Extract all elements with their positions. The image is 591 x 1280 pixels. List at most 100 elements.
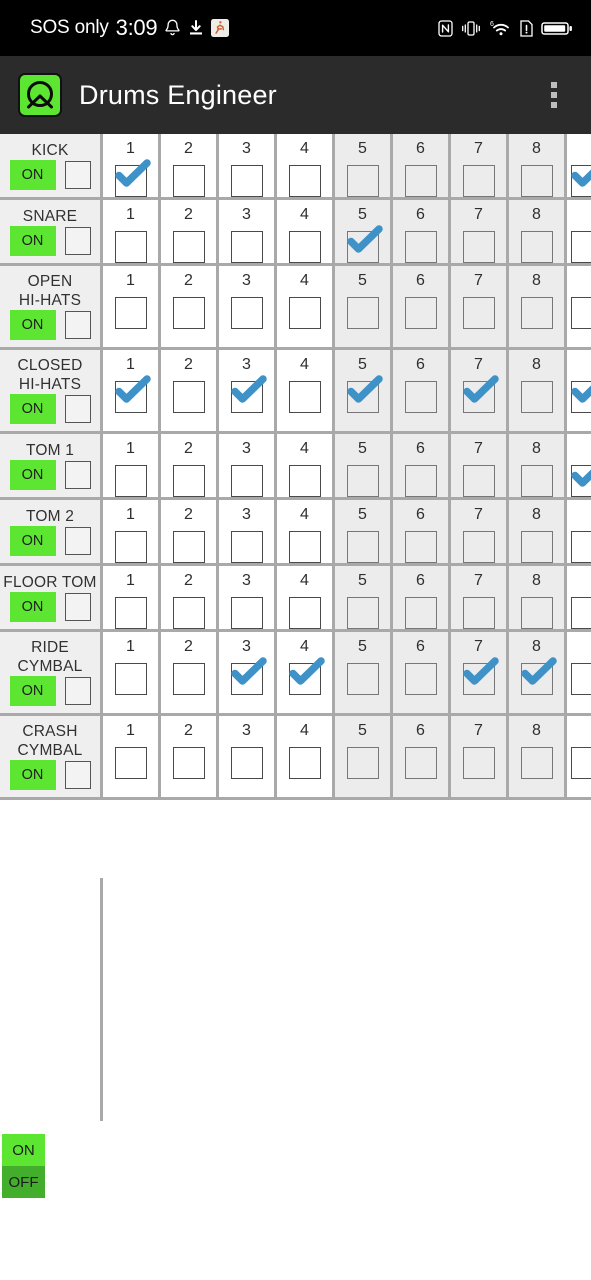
step-checkbox[interactable] xyxy=(288,465,321,497)
step-checkbox[interactable] xyxy=(462,531,495,563)
step-cell[interactable]: 2 xyxy=(161,500,219,563)
step-cell[interactable]: 6 xyxy=(393,266,451,347)
step-checkbox[interactable] xyxy=(114,531,147,563)
step-cell[interactable]: 5 xyxy=(335,566,393,629)
step-checkbox[interactable] xyxy=(462,375,499,413)
instrument-mute-checkbox[interactable] xyxy=(64,311,91,339)
step-cell[interactable]: 6 xyxy=(393,632,451,713)
step-cell[interactable]: 6 xyxy=(393,350,451,431)
step-checkbox[interactable] xyxy=(230,465,263,497)
step-cell[interactable]: 1 xyxy=(103,266,161,347)
step-cell[interactable]: 5 xyxy=(335,434,393,497)
overflow-menu-icon[interactable] xyxy=(551,82,557,108)
step-checkbox[interactable] xyxy=(570,747,591,779)
step-checkbox[interactable] xyxy=(288,165,321,197)
step-cell[interactable]: 8 xyxy=(509,434,567,497)
step-cell-partial[interactable] xyxy=(567,266,591,347)
step-checkbox[interactable] xyxy=(230,747,263,779)
step-cell[interactable]: 6 xyxy=(393,566,451,629)
step-cell[interactable]: 8 xyxy=(509,500,567,563)
step-checkbox[interactable] xyxy=(172,663,205,695)
step-checkbox[interactable] xyxy=(230,165,263,197)
instrument-mute-checkbox[interactable] xyxy=(64,761,91,789)
step-checkbox[interactable] xyxy=(172,231,205,263)
step-cell[interactable]: 2 xyxy=(161,716,219,797)
power-off-button[interactable]: OFF xyxy=(2,1166,45,1198)
step-cell[interactable]: 4 xyxy=(277,200,335,263)
step-cell[interactable]: 8 xyxy=(509,266,567,347)
step-checkbox[interactable] xyxy=(462,165,495,197)
instrument-on-button[interactable]: ON xyxy=(9,310,56,340)
step-checkbox[interactable] xyxy=(288,747,321,779)
step-checkbox[interactable] xyxy=(114,159,151,197)
step-cell[interactable]: 8 xyxy=(509,716,567,797)
step-checkbox[interactable] xyxy=(230,297,263,329)
step-checkbox[interactable] xyxy=(230,231,263,263)
instrument-on-button[interactable]: ON xyxy=(9,592,56,622)
step-cell[interactable]: 2 xyxy=(161,200,219,263)
step-cell[interactable]: 2 xyxy=(161,632,219,713)
step-checkbox[interactable] xyxy=(114,231,147,263)
step-checkbox[interactable] xyxy=(520,597,553,629)
step-cell[interactable]: 4 xyxy=(277,716,335,797)
step-cell[interactable]: 2 xyxy=(161,350,219,431)
step-cell[interactable]: 6 xyxy=(393,200,451,263)
step-cell[interactable]: 6 xyxy=(393,716,451,797)
instrument-on-button[interactable]: ON xyxy=(9,226,56,256)
step-cell[interactable]: 1 xyxy=(103,632,161,713)
step-checkbox[interactable] xyxy=(172,381,205,413)
step-cell[interactable]: 1 xyxy=(103,434,161,497)
step-cell[interactable]: 3 xyxy=(219,200,277,263)
step-checkbox[interactable] xyxy=(462,465,495,497)
step-checkbox[interactable] xyxy=(570,531,591,563)
step-cell[interactable]: 4 xyxy=(277,134,335,197)
step-checkbox[interactable] xyxy=(520,465,553,497)
step-checkbox[interactable] xyxy=(346,297,379,329)
step-checkbox[interactable] xyxy=(172,165,205,197)
instrument-on-button[interactable]: ON xyxy=(9,160,56,190)
step-checkbox[interactable] xyxy=(520,381,553,413)
step-cell[interactable]: 2 xyxy=(161,434,219,497)
step-checkbox[interactable] xyxy=(462,657,499,695)
step-checkbox[interactable] xyxy=(520,657,557,695)
step-cell[interactable]: 8 xyxy=(509,200,567,263)
step-checkbox[interactable] xyxy=(404,465,437,497)
step-cell[interactable]: 1 xyxy=(103,200,161,263)
step-cell-partial[interactable] xyxy=(567,134,591,197)
step-checkbox[interactable] xyxy=(570,165,591,197)
step-cell-partial[interactable] xyxy=(567,350,591,431)
step-checkbox[interactable] xyxy=(346,663,379,695)
step-cell-partial[interactable] xyxy=(567,566,591,629)
step-checkbox[interactable] xyxy=(114,663,147,695)
step-cell[interactable]: 3 xyxy=(219,500,277,563)
step-checkbox[interactable] xyxy=(172,531,205,563)
instrument-mute-checkbox[interactable] xyxy=(64,593,91,621)
step-checkbox[interactable] xyxy=(462,231,495,263)
step-cell[interactable]: 7 xyxy=(451,134,509,197)
instrument-on-button[interactable]: ON xyxy=(9,760,56,790)
step-cell[interactable]: 5 xyxy=(335,632,393,713)
step-cell[interactable]: 2 xyxy=(161,266,219,347)
step-checkbox[interactable] xyxy=(570,465,591,497)
step-checkbox[interactable] xyxy=(404,663,437,695)
step-cell[interactable]: 4 xyxy=(277,566,335,629)
step-checkbox[interactable] xyxy=(404,297,437,329)
step-checkbox[interactable] xyxy=(404,531,437,563)
step-cell[interactable]: 3 xyxy=(219,566,277,629)
step-checkbox[interactable] xyxy=(520,297,553,329)
step-cell[interactable]: 6 xyxy=(393,434,451,497)
step-checkbox[interactable] xyxy=(404,165,437,197)
step-checkbox[interactable] xyxy=(230,597,263,629)
step-cell[interactable]: 3 xyxy=(219,134,277,197)
step-checkbox[interactable] xyxy=(230,375,267,413)
instrument-mute-checkbox[interactable] xyxy=(64,395,91,423)
instrument-on-button[interactable]: ON xyxy=(9,394,56,424)
step-cell[interactable]: 5 xyxy=(335,350,393,431)
step-cell[interactable]: 6 xyxy=(393,500,451,563)
step-cell[interactable]: 5 xyxy=(335,500,393,563)
step-cell[interactable]: 7 xyxy=(451,200,509,263)
step-checkbox[interactable] xyxy=(172,597,205,629)
step-cell[interactable]: 7 xyxy=(451,716,509,797)
step-cell-partial[interactable] xyxy=(567,200,591,263)
step-cell[interactable]: 4 xyxy=(277,500,335,563)
